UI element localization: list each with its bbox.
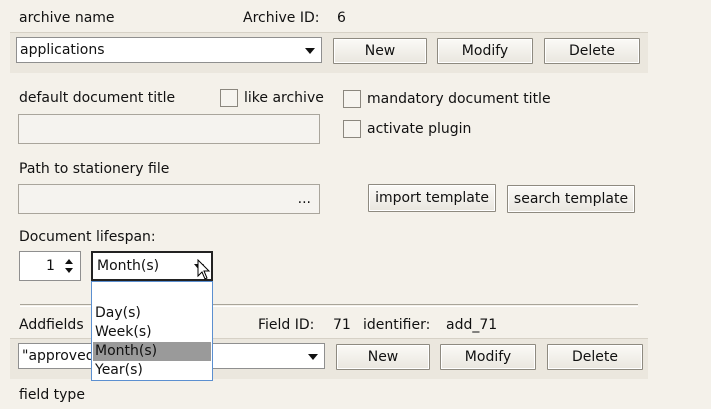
field-id-value: 71: [333, 317, 351, 333]
addfields-select-value: "approved: [22, 348, 95, 364]
archive-new-button[interactable]: New: [333, 38, 427, 64]
archive-name-label: archive name: [19, 10, 115, 26]
archive-select[interactable]: applications: [16, 37, 322, 63]
dropdown-option-week[interactable]: Week(s): [93, 323, 211, 342]
mandatory-title-label: mandatory document title: [367, 91, 551, 107]
lifespan-unit-value: Month(s): [97, 258, 160, 274]
document-lifespan-label: Document lifespan:: [19, 229, 156, 245]
archive-id-value: 6: [337, 10, 346, 26]
default-document-title-label: default document title: [19, 90, 176, 106]
mandatory-title-checkbox[interactable]: [343, 90, 361, 108]
stationery-path-input[interactable]: ...: [18, 184, 320, 214]
dropdown-option-year[interactable]: Year(s): [93, 361, 211, 380]
addfields-modify-button[interactable]: Modify: [440, 344, 536, 370]
archive-select-value: applications: [20, 42, 105, 58]
import-template-button[interactable]: import template: [368, 184, 496, 212]
default-document-title-input[interactable]: [18, 114, 320, 144]
stationery-path-label: Path to stationery file: [19, 161, 170, 177]
field-type-label: field type: [19, 387, 85, 403]
dropdown-option-day[interactable]: Day(s): [93, 304, 211, 323]
lifespan-amount-spinner[interactable]: 1: [19, 251, 81, 281]
archive-id-label: Archive ID:: [243, 10, 320, 26]
dropdown-option-month[interactable]: Month(s): [93, 342, 211, 361]
browse-button[interactable]: ...: [298, 190, 311, 208]
identifier-label: identifier:: [363, 317, 431, 333]
spin-up-down-icon[interactable]: [63, 256, 75, 276]
archive-delete-button[interactable]: Delete: [544, 38, 640, 64]
chevron-down-icon: [308, 354, 318, 360]
field-id-label: Field ID:: [258, 317, 315, 333]
chevron-down-icon: [305, 48, 315, 54]
like-archive-checkbox[interactable]: [220, 89, 238, 107]
lifespan-unit-dropdown: Day(s) Week(s) Month(s) Year(s): [91, 281, 213, 381]
search-template-button[interactable]: search template: [507, 185, 635, 213]
addfields-delete-button[interactable]: Delete: [547, 344, 643, 370]
like-archive-label: like archive: [244, 90, 324, 106]
arrow-cursor-icon: [197, 259, 211, 280]
activate-plugin-label: activate plugin: [367, 121, 472, 137]
addfields-label: Addfields: [19, 317, 84, 333]
identifier-value: add_71: [446, 317, 498, 333]
lifespan-unit-select[interactable]: Month(s): [91, 251, 213, 281]
archive-modify-button[interactable]: Modify: [437, 38, 533, 64]
addfields-new-button[interactable]: New: [336, 344, 430, 370]
lifespan-amount-value: 1: [46, 258, 55, 274]
activate-plugin-checkbox[interactable]: [343, 120, 361, 138]
